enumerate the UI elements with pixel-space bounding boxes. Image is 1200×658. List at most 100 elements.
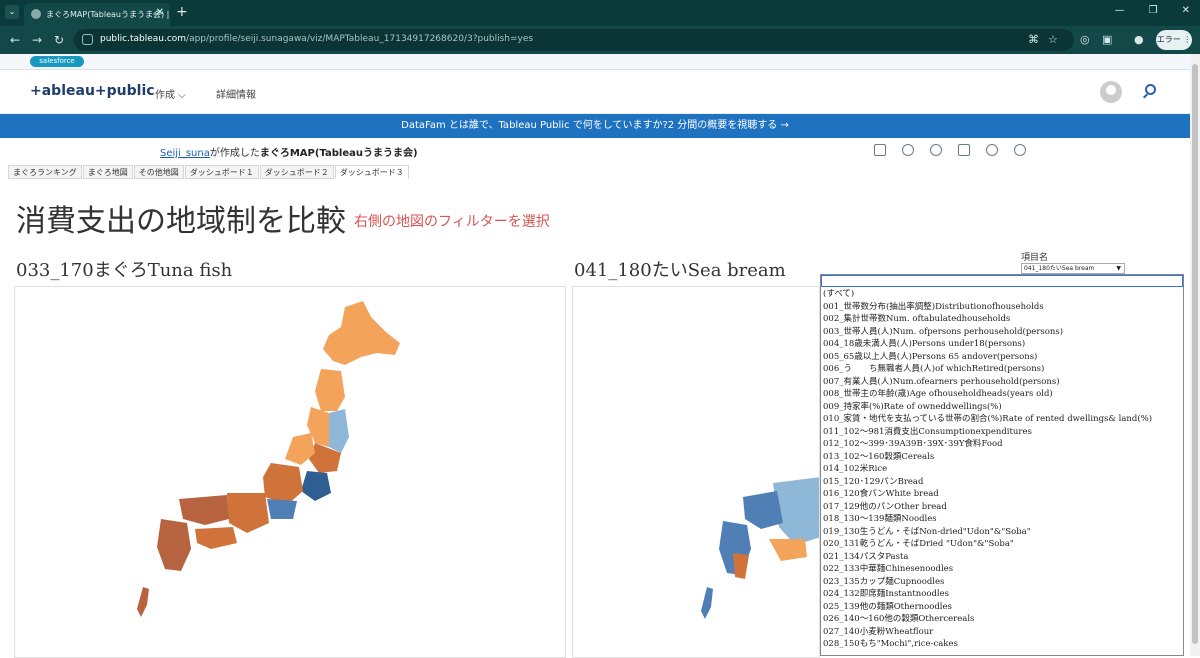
- viz-title: まぐろMAP(Tableauうまうま会): [259, 148, 418, 159]
- close-window-icon[interactable]: ✕: [1182, 5, 1190, 16]
- tokai-region: [267, 499, 297, 519]
- tableau-favicon-icon: [31, 9, 41, 19]
- page-scrollbar[interactable]: [1190, 54, 1200, 656]
- puzzle-icon[interactable]: ▣: [1102, 33, 1112, 46]
- filter-option[interactable]: 011_102～981消費支出Consumptionexpenditures: [823, 426, 1181, 439]
- profile-error-button[interactable]: エラー ⋮: [1156, 30, 1192, 50]
- nav-info-link[interactable]: 詳細情報: [216, 86, 256, 101]
- dashboard-subtitle: 右側の地図のフィルターを選択: [354, 214, 550, 230]
- kanto-region: [301, 471, 331, 501]
- filter-option[interactable]: 012_102～399･39A39B･39X･39Y食料Food: [823, 438, 1181, 451]
- okinawa-islands: [137, 587, 149, 617]
- close-icon[interactable]: ✕: [156, 7, 164, 18]
- filter-option[interactable]: 009_持家率(%)Rate of owneddwellings(%): [823, 401, 1181, 414]
- browser-tab-strip: ⌄ まぐろMAP(Tableauうまうま会) | T ✕ + — ❐ ✕: [0, 0, 1200, 26]
- settings-gear-icon[interactable]: [1014, 144, 1026, 156]
- filter-option[interactable]: 003_世帯人員(人)Num. ofpersons perhousehold(p…: [823, 326, 1181, 339]
- bookmark-star-icon[interactable]: ☆: [1048, 33, 1058, 46]
- scrollbar-thumb[interactable]: [1192, 64, 1198, 644]
- favorite-star-icon[interactable]: [902, 144, 914, 156]
- tab-search-button[interactable]: ⌄: [5, 5, 19, 19]
- right-map-svg: [701, 477, 819, 619]
- restore-icon[interactable]: ❐: [1149, 5, 1158, 16]
- tab-dashboard-2[interactable]: ダッシュボード２: [259, 165, 334, 179]
- profile-logo-icon[interactable]: ●: [1134, 33, 1144, 46]
- address-bar[interactable]: public.tableau.com/app/profile/seiji.sun…: [74, 29, 1074, 51]
- filter-option[interactable]: 027_140小麦粉Wheatflour: [823, 626, 1181, 639]
- url-path: /app/profile/seiji.sunagawa/viz/MAPTable…: [186, 34, 534, 44]
- filter-option[interactable]: 028_150もち"Mochi",rice-cakes: [823, 638, 1181, 651]
- filter-option[interactable]: (すべて): [823, 288, 1181, 301]
- promo-banner[interactable]: DataFam とは誰で、Tableau Public で何をしていますか?2 …: [0, 114, 1190, 138]
- share-icon[interactable]: [930, 144, 942, 156]
- search-icon[interactable]: [1145, 84, 1156, 95]
- reload-icon[interactable]: ↻: [54, 33, 64, 47]
- filter-option[interactable]: 007_有業人員(人)Num.ofearners perhousehold(pe…: [823, 376, 1181, 389]
- filter-option[interactable]: 001_世帯数分布(抽出率調整)Distributionofhouseholds: [823, 301, 1181, 314]
- right-okinawa-islands: [701, 587, 713, 619]
- filter-option[interactable]: 019_130生うどん・そばNon-dried"Udon"&"Soba": [823, 526, 1181, 539]
- filter-option[interactable]: 018_130～139麺類Noodles: [823, 513, 1181, 526]
- tab-maguro-ranking[interactable]: まぐろランキング: [8, 165, 82, 179]
- tableau-public-logo[interactable]: +ableau+public: [30, 83, 155, 99]
- filter-option[interactable]: 020_131乾うどん・そばDried "Udon"&"Soba": [823, 538, 1181, 551]
- left-map-svg: [137, 301, 400, 617]
- tab-dashboard-3[interactable]: ダッシュボード３: [334, 165, 409, 179]
- author-link[interactable]: Seiji_suna: [160, 148, 210, 159]
- filter-option[interactable]: 004_18歳未満人員(人)Persons under18(persons): [823, 338, 1181, 351]
- filter-option[interactable]: 022_133中華麺Chinesenoodles: [823, 563, 1181, 576]
- right-chugoku-region: [743, 491, 783, 529]
- filter-label: 項目名: [1021, 253, 1049, 263]
- translate-icon[interactable]: ⌘: [1028, 33, 1039, 46]
- filter-option[interactable]: 013_102～160穀類Cereals: [823, 451, 1181, 464]
- filter-option[interactable]: 002_集計世帯数Num. oftabulatedhouseholds: [823, 313, 1181, 326]
- badge-icon[interactable]: [986, 144, 998, 156]
- kansai-region: [227, 493, 269, 533]
- new-tab-button[interactable]: +: [176, 4, 188, 20]
- filter-option[interactable]: 005_65歳以上人員(人)Persons 65 andover(persons…: [823, 351, 1181, 364]
- filter-option[interactable]: 006_う ち無職者人員(人)of whichRetired(persons): [823, 363, 1181, 376]
- left-japan-map[interactable]: [14, 286, 566, 658]
- viz-info-bar: Seiji_sunaが作成したまぐろMAP(Tableauうまうま会): [0, 138, 1190, 164]
- filter-option[interactable]: 024_132即席麺Instantnoodles: [823, 588, 1181, 601]
- viz-author-line: Seiji_sunaが作成したまぐろMAP(Tableauうまうま会): [160, 144, 418, 159]
- tab-maguro-map[interactable]: まぐろ地図: [82, 165, 133, 179]
- site-info-icon[interactable]: [82, 34, 93, 45]
- filter-option[interactable]: 008_世帯主の年齢(歳)Age ofhouseholdheads(years …: [823, 388, 1181, 401]
- filter-option[interactable]: 016_120食パンWhite bread: [823, 488, 1181, 501]
- edit-icon[interactable]: [874, 144, 886, 156]
- browser-toolbar: ← → ↻ public.tableau.com/app/profile/sei…: [0, 26, 1200, 54]
- filter-option[interactable]: 026_140～160他の穀類Othercereals: [823, 613, 1181, 626]
- salesforce-logo[interactable]: salesforce: [30, 56, 84, 67]
- right-japan-map[interactable]: [572, 286, 820, 658]
- viz-actions: [874, 144, 1026, 156]
- filter-option[interactable]: 017_129他のパンOther bread: [823, 501, 1181, 514]
- filter-search-input[interactable]: [821, 275, 1183, 287]
- window-controls: — ❐ ✕: [1115, 5, 1190, 16]
- right-shikoku-region: [769, 539, 807, 561]
- download-icon[interactable]: [958, 144, 970, 156]
- browser-tab[interactable]: まぐろMAP(Tableauうまうま会) | T ✕: [24, 3, 170, 26]
- filter-dropdown[interactable]: 041_180たいSea bream ▼: [1021, 263, 1125, 274]
- tohoku-north-region: [315, 369, 345, 411]
- minimize-icon[interactable]: —: [1115, 5, 1125, 16]
- tab-dashboard-1[interactable]: ダッシュボード１: [184, 165, 259, 179]
- filter-option[interactable]: 015_120･129パンBread: [823, 476, 1181, 489]
- filter-option[interactable]: 025_139他の麺類Othernoodles: [823, 601, 1181, 614]
- filter-option[interactable]: 014_102米Rice: [823, 463, 1181, 476]
- extension-icon[interactable]: ◎: [1080, 33, 1090, 46]
- filter-selected-value: 041_180たいSea bream: [1024, 265, 1095, 272]
- filter-option[interactable]: 010_家賃・地代を支払っている世帯の割合(%)Rate of rented d…: [823, 413, 1181, 426]
- filter-option[interactable]: 021_134パスタPasta: [823, 551, 1181, 564]
- dashboard-title: 消費支出の地域制を比較: [16, 204, 346, 239]
- tab-other-map[interactable]: その他地図: [133, 165, 184, 179]
- nav-create-menu[interactable]: 作成 ⌵: [155, 86, 186, 101]
- filter-option[interactable]: 023_135カップ麺Cupnoodles: [823, 576, 1181, 589]
- chugoku-region: [179, 495, 229, 525]
- back-arrow-icon[interactable]: ←: [10, 33, 20, 47]
- tableau-header: +ableau+public 作成 ⌵ 詳細情報: [0, 70, 1190, 114]
- chubu-region: [263, 463, 303, 505]
- forward-arrow-icon[interactable]: →: [32, 33, 42, 47]
- sheet-tabs: まぐろランキング まぐろ地図 その他地図 ダッシュボード１ ダッシュボード２ ダ…: [8, 165, 410, 179]
- avatar[interactable]: [1100, 81, 1122, 103]
